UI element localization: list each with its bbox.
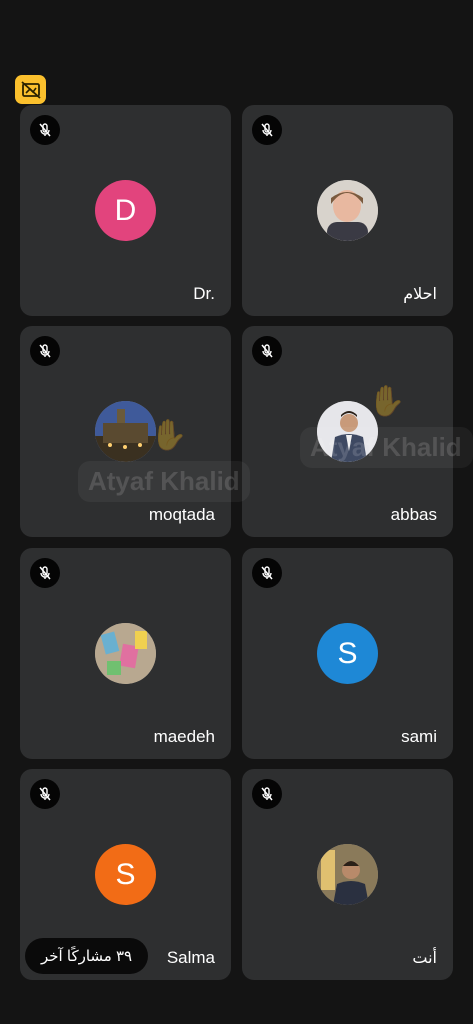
avatar-letter: S bbox=[337, 636, 358, 670]
participant-tile-sami[interactable]: S sami bbox=[242, 548, 453, 759]
avatar-photo bbox=[317, 844, 378, 905]
mic-off-icon bbox=[30, 336, 60, 366]
participant-tile-dr[interactable]: D Dr. bbox=[20, 105, 231, 316]
raised-hand-overlay bbox=[78, 461, 250, 502]
participant-name: maedeh bbox=[153, 727, 215, 746]
avatar: D bbox=[95, 180, 156, 241]
layout-badge[interactable] bbox=[15, 75, 46, 104]
participant-name: abbas bbox=[390, 505, 437, 524]
other-participants-chip[interactable]: ٣٩ مشاركًا آخر bbox=[25, 938, 149, 974]
mic-off-icon bbox=[30, 779, 60, 809]
participant-tile-moqtada[interactable]: moqtada bbox=[20, 326, 231, 537]
avatar-photo bbox=[317, 180, 378, 241]
avatar-letter: D bbox=[114, 193, 137, 227]
participant-tile-maedeh[interactable]: maedeh bbox=[20, 548, 231, 759]
mic-off-icon bbox=[252, 336, 282, 366]
avatar-photo bbox=[95, 623, 156, 684]
avatar: S bbox=[95, 844, 156, 905]
participant-tile-salma[interactable]: S ٣٩ مشاركًا آخر Salma bbox=[20, 769, 231, 980]
participant-name: احلام bbox=[403, 286, 437, 303]
avatar: S bbox=[317, 623, 378, 684]
mic-off-icon bbox=[252, 558, 282, 588]
mic-off-icon bbox=[252, 115, 282, 145]
mic-off-icon bbox=[252, 779, 282, 809]
participant-name: sami bbox=[401, 727, 437, 746]
avatar-letter: S bbox=[115, 857, 136, 891]
raised-hand-overlay bbox=[300, 427, 473, 468]
avatar-photo bbox=[95, 401, 156, 462]
participant-name: Salma bbox=[166, 948, 215, 967]
participant-tile-ahlam[interactable]: احلام bbox=[242, 105, 453, 316]
participant-tile-self[interactable]: أنت bbox=[242, 769, 453, 980]
no-video-layout-icon bbox=[20, 80, 41, 99]
participant-name: moqtada bbox=[148, 505, 215, 524]
mic-off-icon bbox=[30, 558, 60, 588]
participant-name: Dr. bbox=[193, 284, 215, 303]
mic-off-icon bbox=[30, 115, 60, 145]
participant-name: أنت bbox=[412, 950, 437, 967]
